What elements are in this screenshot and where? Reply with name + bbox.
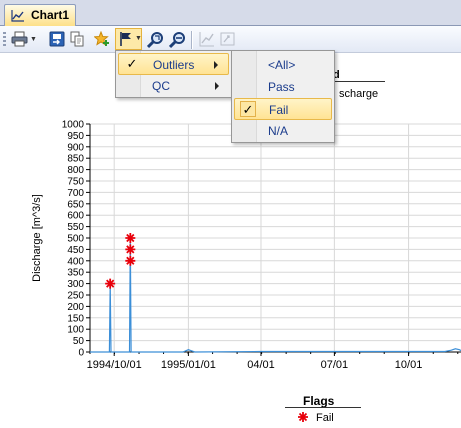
y-tick-label: 850 bbox=[67, 154, 84, 165]
y-tick-label: 450 bbox=[67, 245, 84, 256]
flags-legend-title: Flags bbox=[303, 394, 335, 408]
toolbar-separator bbox=[191, 31, 192, 49]
menu-item-fail[interactable]: ✓ Fail bbox=[234, 98, 332, 120]
flag-marker-shape bbox=[125, 255, 136, 266]
export-button[interactable] bbox=[47, 29, 67, 49]
y-tick-label: 100 bbox=[67, 325, 84, 336]
export-icon bbox=[49, 31, 65, 47]
menu-item-pass[interactable]: Pass bbox=[234, 76, 332, 98]
y-tick-label: 800 bbox=[67, 165, 84, 176]
y-tick-label: 50 bbox=[73, 336, 85, 347]
flags-legend-underline bbox=[285, 407, 361, 408]
y-tick-label: 900 bbox=[67, 142, 84, 153]
y-tick-label: 500 bbox=[67, 234, 84, 245]
legend-item-fragment: scharge bbox=[339, 88, 379, 100]
submenu-arrow-icon bbox=[215, 82, 219, 90]
check-icon: ✓ bbox=[240, 101, 256, 117]
fail-marker-icon bbox=[298, 412, 308, 422]
menu-item-na[interactable]: N/A bbox=[234, 120, 332, 142]
line-chart-icon bbox=[11, 10, 24, 22]
menu-item-qc[interactable]: QC bbox=[118, 75, 229, 97]
x-tick-label: 1995/01/01 bbox=[161, 359, 216, 371]
y-tick-label: 700 bbox=[67, 188, 84, 199]
outliers-submenu: <All> Pass ✓ Fail N/A bbox=[231, 50, 335, 143]
y-tick-label: 300 bbox=[67, 279, 84, 290]
flag-marker-shape bbox=[125, 233, 136, 243]
zoom-out-button[interactable] bbox=[167, 29, 187, 49]
menu-item-outliers[interactable]: ✓ Outliers bbox=[118, 53, 229, 75]
flag-icon bbox=[120, 32, 131, 46]
flag-marker-fail bbox=[125, 233, 136, 243]
copy-icon bbox=[70, 31, 84, 47]
y-tick-label: 550 bbox=[67, 222, 84, 233]
flag-marker-fail bbox=[125, 255, 136, 266]
x-tick-label: 07/01 bbox=[321, 359, 349, 371]
flag-dropdown-icon: ▼ bbox=[135, 35, 142, 42]
flags-legend-item-fail: Fail bbox=[316, 412, 334, 424]
y-tick-label: 600 bbox=[67, 211, 84, 222]
favorite-add-icon bbox=[94, 31, 109, 46]
y-tick-label: 200 bbox=[67, 302, 84, 313]
y-tick-label: 950 bbox=[67, 131, 84, 142]
copy-button[interactable] bbox=[67, 29, 87, 49]
flag-marker-shape bbox=[105, 278, 116, 289]
zoom-reset-button[interactable] bbox=[145, 29, 165, 49]
print-icon bbox=[11, 31, 28, 47]
properties-icon bbox=[220, 32, 235, 46]
chart-grid bbox=[90, 123, 461, 353]
y-tick-label: 250 bbox=[67, 291, 84, 302]
y-tick-label: 0 bbox=[78, 348, 84, 359]
print-button[interactable] bbox=[9, 29, 29, 49]
zoom-out-icon bbox=[169, 32, 185, 49]
print-dropdown-icon[interactable]: ▼ bbox=[30, 36, 37, 43]
y-tick-label: 650 bbox=[67, 199, 84, 210]
series-icon bbox=[199, 32, 214, 47]
y-tick-label: 400 bbox=[67, 256, 84, 267]
properties-button[interactable] bbox=[218, 29, 238, 49]
x-tick-label: 1994/10/01 bbox=[87, 359, 142, 371]
y-tick-label: 350 bbox=[67, 268, 84, 279]
tab-chart1[interactable]: Chart1 bbox=[4, 4, 76, 26]
toolbar-grip[interactable] bbox=[3, 32, 6, 48]
flag-marker-fail bbox=[105, 278, 116, 289]
y-tick-label: 750 bbox=[67, 177, 84, 188]
series-button[interactable] bbox=[197, 29, 217, 49]
zoom-reset-icon bbox=[147, 32, 163, 49]
document-tab-strip: Chart1 bbox=[0, 0, 461, 26]
y-tick-label: 150 bbox=[67, 313, 84, 324]
flag-marker-shape bbox=[125, 244, 136, 255]
x-tick-label: 10/01 bbox=[395, 359, 423, 371]
tab-label: Chart1 bbox=[31, 8, 70, 22]
check-icon: ✓ bbox=[126, 56, 138, 71]
x-tick-label: 04/01 bbox=[247, 359, 275, 371]
y-tick-label: 1000 bbox=[62, 120, 85, 131]
flag-menu-button[interactable]: ▼ bbox=[115, 28, 142, 50]
flag-marker-fail bbox=[125, 244, 136, 255]
chart-toolbar: ▼ ▼ bbox=[0, 26, 461, 53]
favorite-add-button[interactable] bbox=[92, 29, 112, 49]
menu-item-all[interactable]: <All> bbox=[234, 54, 332, 76]
submenu-arrow-icon bbox=[214, 61, 218, 69]
flag-dropdown-menu: ✓ Outliers QC bbox=[115, 50, 232, 98]
